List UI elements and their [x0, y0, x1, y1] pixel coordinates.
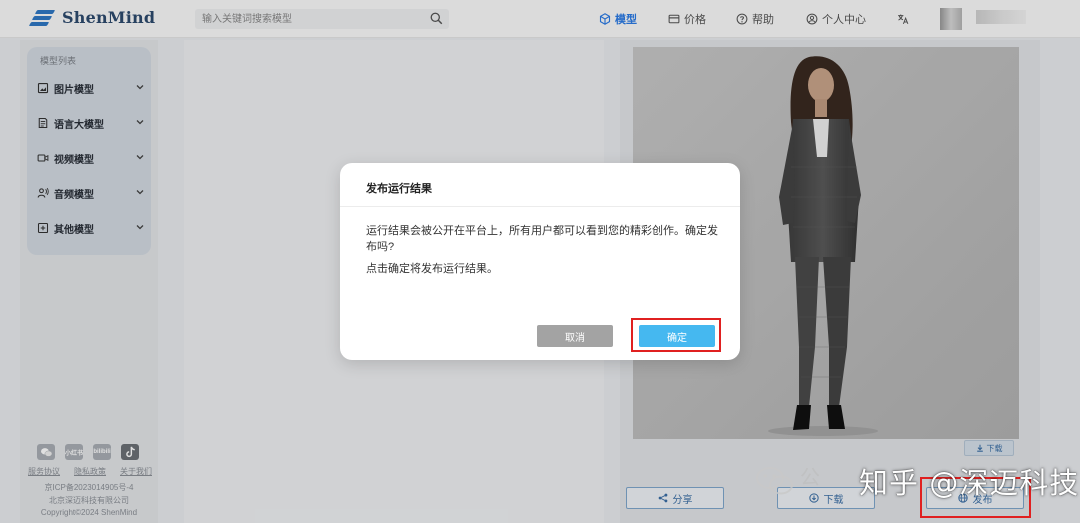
dialog-body: 运行结果会被公开在平台上，所有用户都可以看到您的精彩创作。确定发布吗? 点击确定…	[366, 223, 721, 277]
wechat-watermark-icon	[756, 467, 793, 495]
dialog-divider	[340, 206, 740, 207]
watermark: 知乎 @深迈科技	[755, 460, 1079, 502]
highlight-box-confirm	[631, 318, 721, 352]
dialog-title: 发布运行结果	[366, 183, 432, 195]
dialog-hint: 点击确定将发布运行结果。	[366, 263, 498, 275]
cancel-button[interactable]: 取消	[537, 325, 613, 347]
publish-dialog: 发布运行结果 运行结果会被公开在平台上，所有用户都可以看到您的精彩创作。确定发布…	[340, 163, 740, 360]
watermark-text: 知乎 @深迈科技	[859, 466, 1080, 500]
dialog-message: 运行结果会被公开在平台上，所有用户都可以看到您的精彩创作。确定发布吗?	[366, 225, 718, 253]
